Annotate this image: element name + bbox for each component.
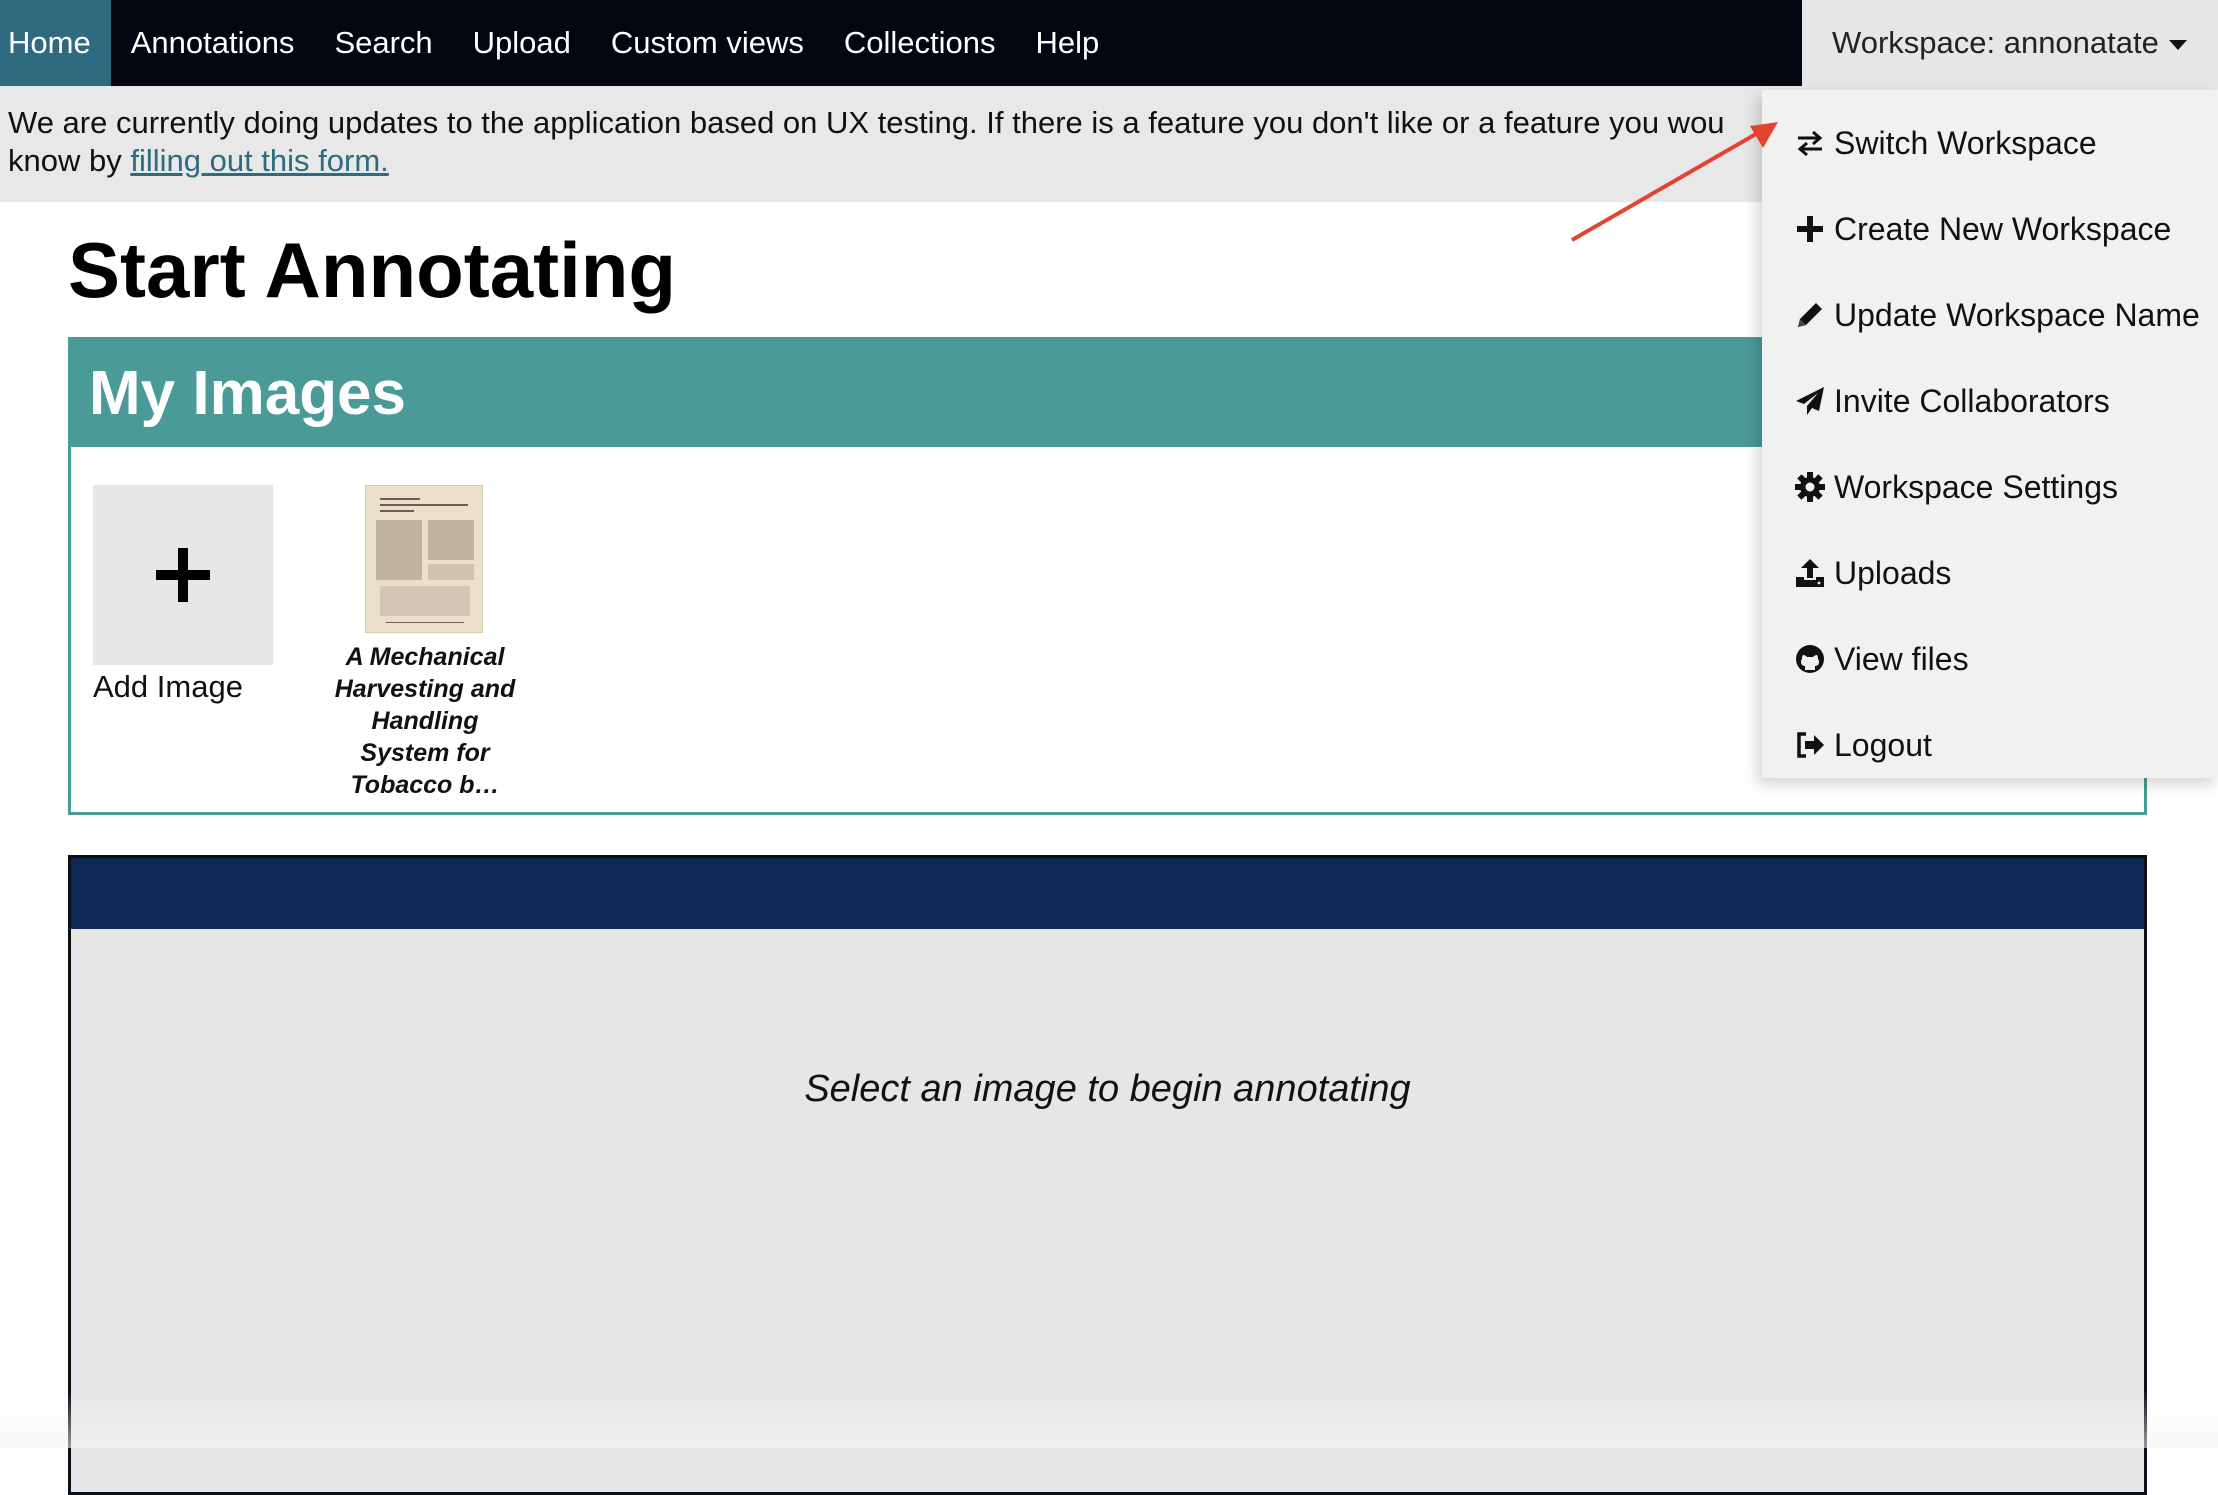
sign-out-icon <box>1794 729 1826 761</box>
menu-workspace-settings[interactable]: Workspace Settings <box>1762 444 2218 530</box>
nav-home[interactable]: Home <box>0 0 111 86</box>
menu-logout[interactable]: Logout <box>1762 702 2218 788</box>
menu-item-label: Create New Workspace <box>1834 210 2172 247</box>
notice-prefix: know by <box>8 143 131 178</box>
exchange-icon <box>1794 127 1826 159</box>
nav-custom-views[interactable]: Custom views <box>591 0 824 86</box>
menu-item-label: View files <box>1834 640 1969 677</box>
feedback-form-link[interactable]: filling out this form. <box>130 143 388 178</box>
workspace-dropdown-toggle[interactable]: Workspace: annonatate <box>1802 0 2218 86</box>
nav-annotations[interactable]: Annotations <box>111 0 315 86</box>
menu-item-label: Workspace Settings <box>1834 468 2118 505</box>
menu-item-label: Uploads <box>1834 554 1952 591</box>
menu-uploads[interactable]: Uploads <box>1762 530 2218 616</box>
viewer-header-bar <box>71 858 2144 929</box>
image-caption: A Mechanical Harvesting and Handling Sys… <box>334 643 516 799</box>
pencil-icon <box>1794 299 1826 331</box>
menu-update-workspace-name[interactable]: Update Workspace Name <box>1762 272 2218 358</box>
add-image-button[interactable]: Add Image <box>93 485 273 705</box>
menu-item-label: Invite Collaborators <box>1834 382 2110 419</box>
paper-plane-icon <box>1794 385 1826 417</box>
caret-down-icon <box>2168 40 2187 50</box>
workspace-toggle-label: Workspace: annonatate <box>1832 25 2159 60</box>
workspace-dropdown-menu: Switch Workspace Create New Workspace Up… <box>1762 90 2218 778</box>
add-image-tile[interactable] <box>93 485 273 665</box>
page-title: Start Annotating <box>68 226 677 314</box>
annotation-arrow <box>1571 122 1778 242</box>
nav-search[interactable]: Search <box>314 0 452 86</box>
nav-upload[interactable]: Upload <box>453 0 591 86</box>
plus-icon <box>156 548 210 602</box>
menu-switch-workspace[interactable]: Switch Workspace <box>1762 100 2218 186</box>
github-icon <box>1794 643 1826 675</box>
menu-invite-collaborators[interactable]: Invite Collaborators <box>1762 358 2218 444</box>
add-image-label: Add Image <box>93 669 243 704</box>
upload-icon <box>1794 557 1826 589</box>
menu-view-files[interactable]: View files <box>1762 616 2218 702</box>
nav-collections[interactable]: Collections <box>824 0 1016 86</box>
document-thumbnail-image[interactable] <box>365 485 483 633</box>
menu-item-label: Switch Workspace <box>1834 124 2097 161</box>
annotation-viewer[interactable]: Select an image to begin annotating <box>68 855 2147 1495</box>
menu-item-label: Logout <box>1834 726 1932 763</box>
gear-icon <box>1794 471 1826 503</box>
plus-icon <box>1794 213 1826 245</box>
viewer-placeholder-text: Select an image to begin annotating <box>804 1068 1411 1110</box>
nav-help[interactable]: Help <box>1015 0 1119 86</box>
menu-item-label: Update Workspace Name <box>1834 296 2200 333</box>
menu-create-new-workspace[interactable]: Create New Workspace <box>1762 186 2218 272</box>
image-thumbnail-card[interactable]: A Mechanical Harvesting and Handling Sys… <box>325 485 525 801</box>
